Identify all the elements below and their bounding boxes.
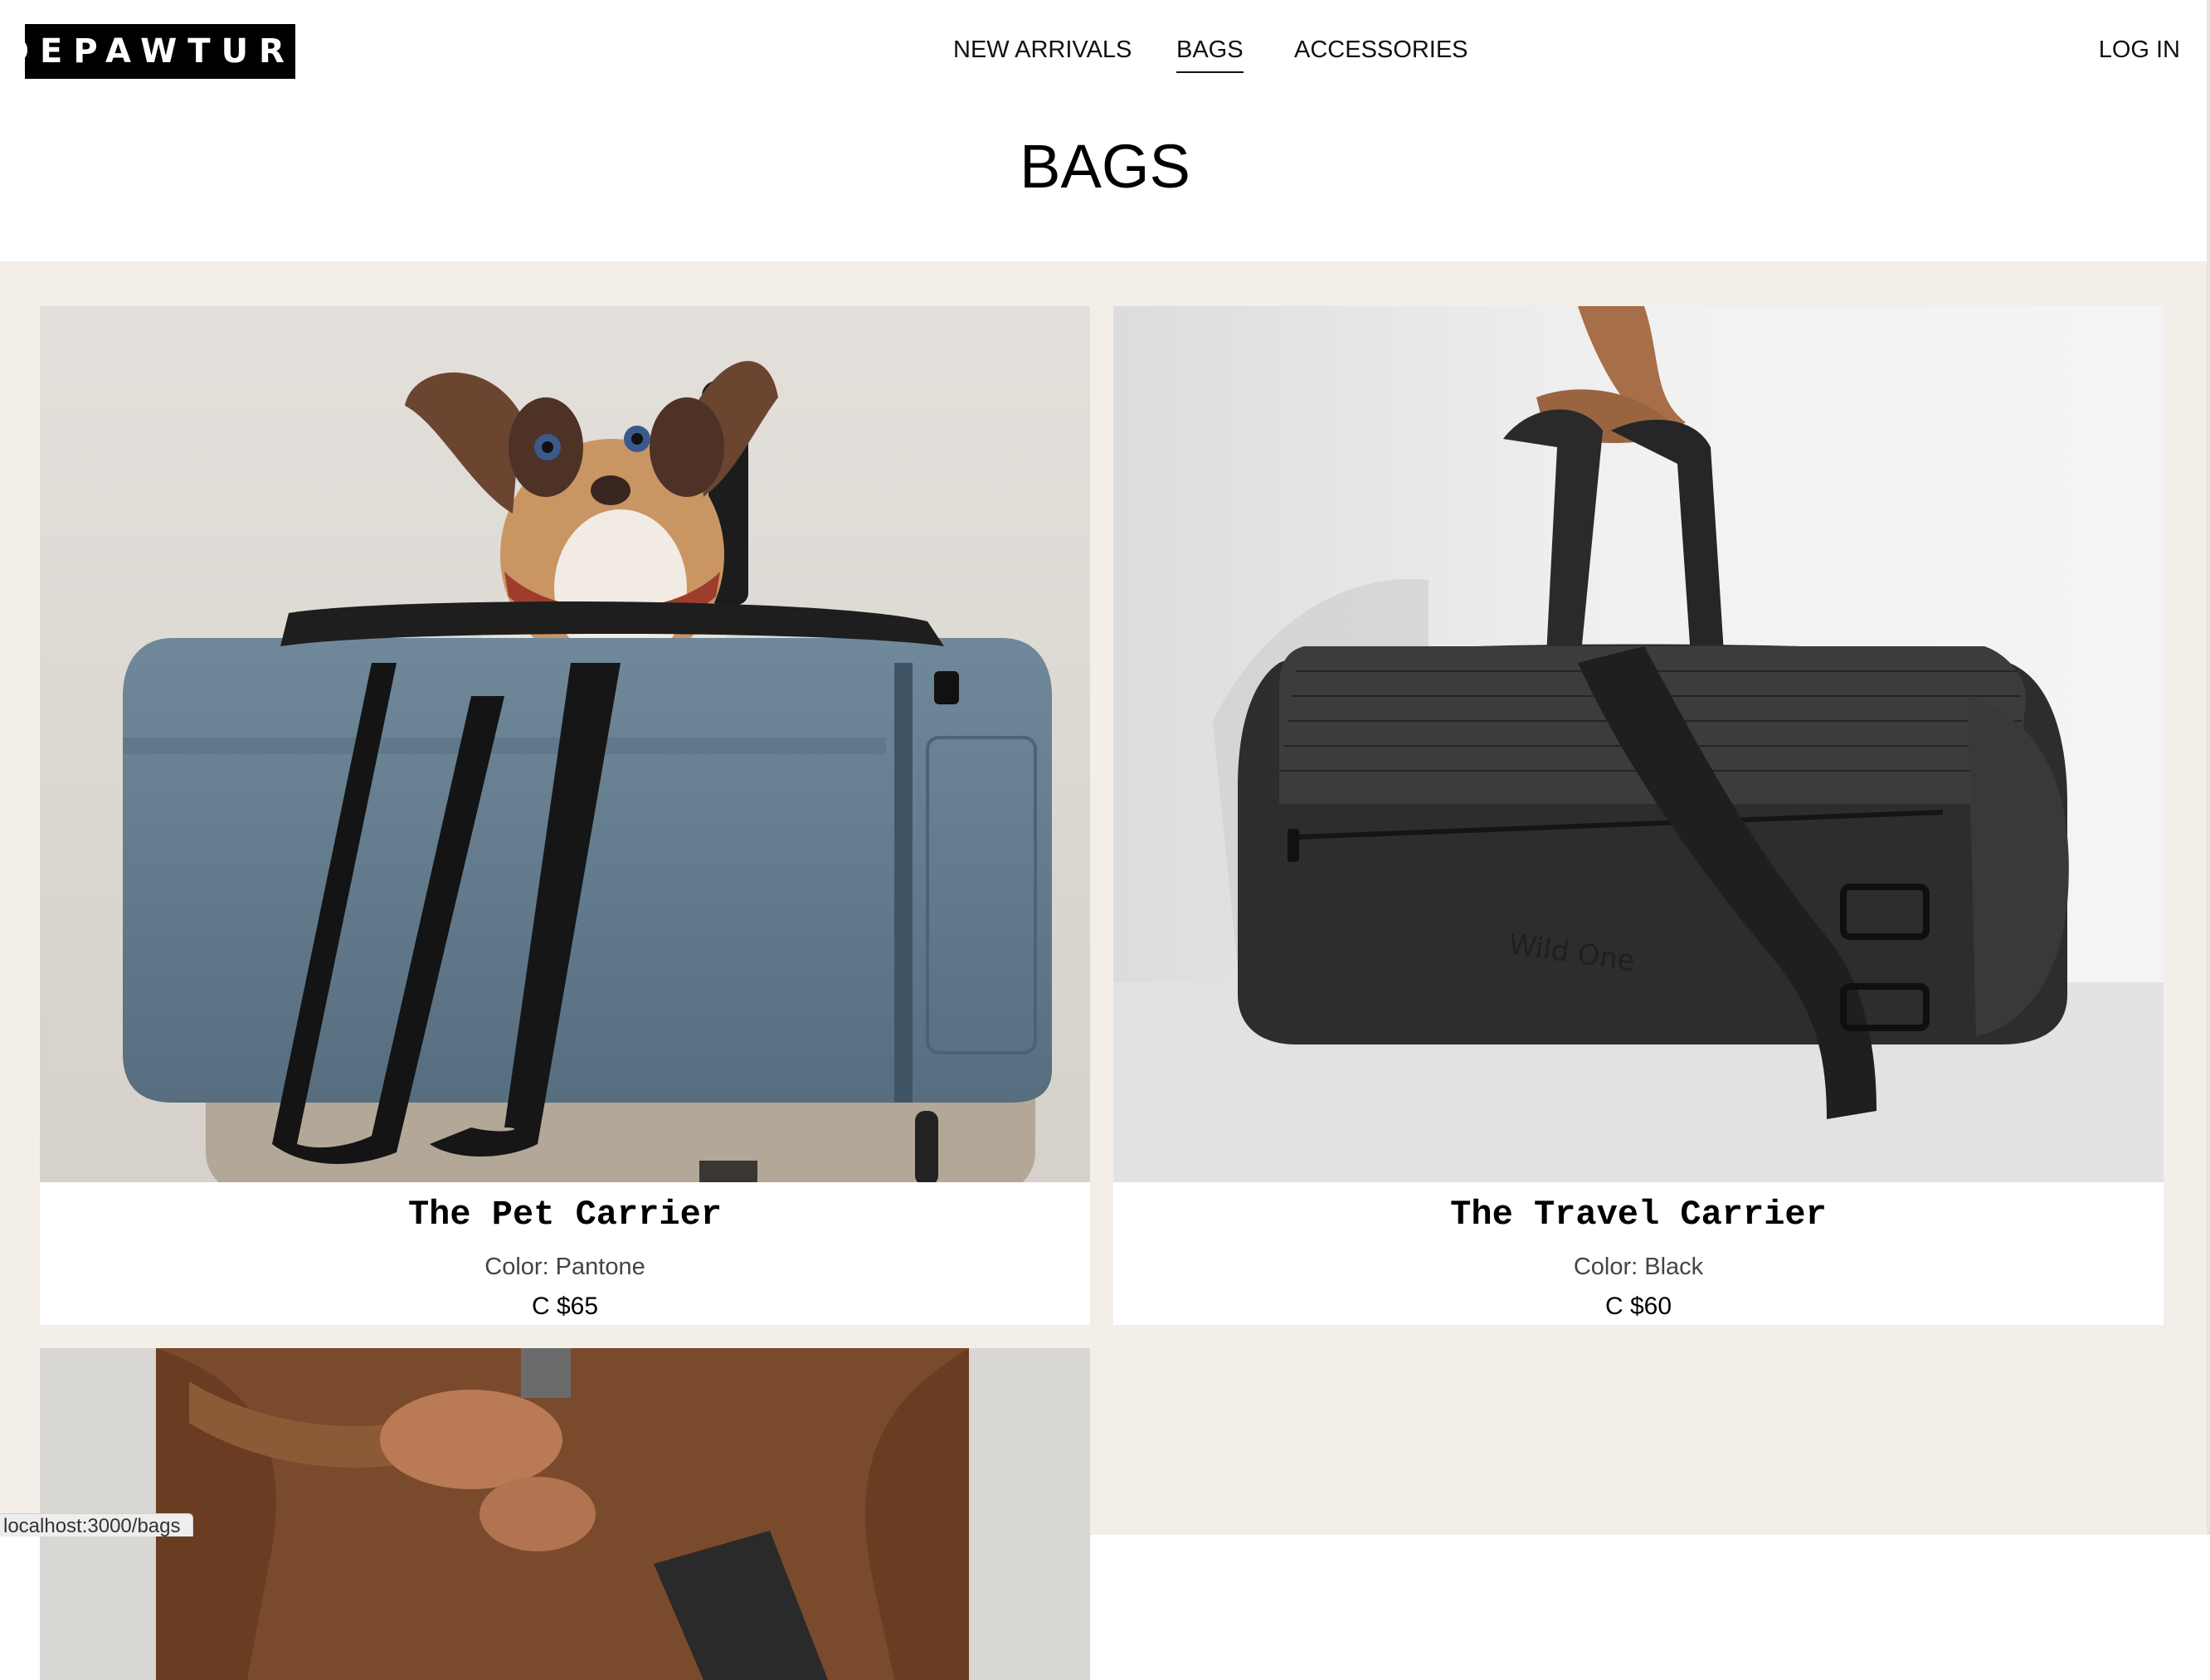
product-card-pet-carrier[interactable]: The Pet Carrier Color: Pantone C $65: [40, 306, 1090, 1325]
page-title: BAGS: [1020, 132, 1190, 201]
product-card-partial[interactable]: [40, 1348, 1090, 1680]
nav-accessories[interactable]: ACCESSORIES: [1294, 33, 1468, 66]
product-card-travel-carrier[interactable]: Wild One The Travel Carrier Color: Black…: [1113, 306, 2164, 1325]
product-color: Color: Black: [1573, 1254, 1704, 1280]
product-info: The Travel Carrier Color: Black C $60: [1113, 1182, 2164, 1325]
product-name[interactable]: The Travel Carrier: [1113, 1194, 2164, 1235]
site-header: DEPAWTURE NEW ARRIVALS BAGS ACCESSORIES …: [0, 0, 2210, 101]
product-name[interactable]: The Pet Carrier: [40, 1194, 1090, 1235]
product-info: The Pet Carrier Color: Pantone C $65: [40, 1182, 1090, 1325]
browser-status-url: localhost:3000/bags: [0, 1513, 193, 1537]
product-color: Color: Pantone: [484, 1254, 645, 1280]
product-image[interactable]: [40, 306, 1090, 1182]
product-grid: The Pet Carrier Color: Pantone C $65 Wil…: [0, 261, 2210, 1680]
main-nav: NEW ARRIVALS BAGS ACCESSORIES: [0, 33, 2210, 75]
product-price: C $65: [531, 1293, 599, 1320]
login-link[interactable]: LOG IN: [2099, 33, 2180, 66]
product-price: C $60: [1604, 1293, 1672, 1320]
nav-new-arrivals[interactable]: NEW ARRIVALS: [953, 33, 1132, 66]
nav-bags[interactable]: BAGS: [1176, 33, 1244, 73]
scrollbar[interactable]: [2207, 0, 2210, 1535]
product-image[interactable]: [40, 1348, 1090, 1680]
product-image[interactable]: Wild One: [1113, 306, 2164, 1182]
